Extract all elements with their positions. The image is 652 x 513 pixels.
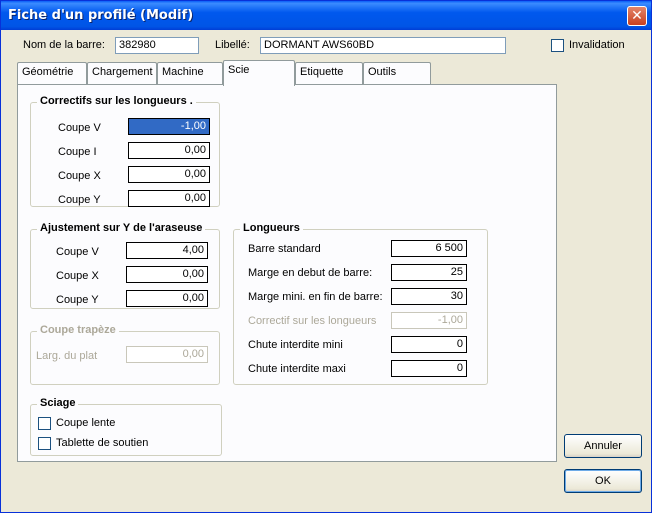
window-title: Fiche d'un profilé (Modif): [8, 8, 194, 23]
sciage-title: Sciage: [37, 397, 79, 409]
correctif-coupe-v-label: Coupe V: [58, 122, 101, 134]
ajustement-coupe-y-label: Coupe Y: [56, 294, 99, 306]
close-icon[interactable]: ✕: [627, 6, 647, 26]
correctifs-group: Correctifs sur les longueurs . Coupe V -…: [30, 95, 220, 207]
longueurs-group: Longueurs Barre standard 6 500 Marge en …: [233, 222, 488, 385]
correctif-coupe-y-label: Coupe Y: [58, 194, 101, 206]
tab-machine[interactable]: Machine: [157, 62, 223, 84]
tablette-soutien-label: Tablette de soutien: [56, 437, 149, 449]
invalidation-checkbox[interactable]: [551, 39, 564, 52]
chute-maxi-label: Chute interdite maxi: [248, 363, 346, 375]
tablette-soutien-checkbox[interactable]: [38, 437, 51, 450]
libelle-label: Libellé:: [215, 39, 250, 51]
longueurs-title: Longueurs: [240, 222, 303, 234]
marge-debut-label: Marge en debut de barre:: [248, 267, 373, 279]
correctif-coupe-v-input[interactable]: -1,00: [128, 118, 210, 135]
trapeze-group: Coupe trapèze Larg. du plat 0,00: [30, 324, 220, 385]
invalidation-label: Invalidation: [569, 39, 625, 51]
tab-label: Etiquette: [300, 66, 344, 78]
coupe-lente-checkbox[interactable]: [38, 417, 51, 430]
ajustement-coupe-v-input[interactable]: 4,00: [126, 242, 208, 259]
chute-maxi-input[interactable]: 0: [391, 360, 467, 377]
correctif-coupe-i-label: Coupe I: [58, 146, 97, 158]
ok-button[interactable]: OK: [564, 469, 642, 493]
correctif-longueurs-label: Correctif sur les longueurs: [248, 315, 377, 327]
tab-label: Chargement: [92, 66, 153, 78]
trapeze-title: Coupe trapèze: [37, 324, 119, 336]
tab-outils[interactable]: Outils: [363, 62, 431, 84]
tab-panel-scie: Correctifs sur les longueurs . Coupe V -…: [17, 84, 557, 462]
tab-label: Machine: [162, 66, 204, 78]
nom-barre-label: Nom de la barre:: [23, 39, 105, 51]
trapeze-largeur-label: Larg. du plat: [36, 350, 98, 362]
ajustement-title: Ajustement sur Y de l'araseuse: [37, 222, 206, 234]
nom-barre-input[interactable]: 382980: [115, 37, 199, 54]
correctif-coupe-x-input[interactable]: 0,00: [128, 166, 210, 183]
ajustement-coupe-x-input[interactable]: 0,00: [126, 266, 208, 283]
tab-chargement[interactable]: Chargement: [87, 62, 157, 84]
marge-fin-label: Marge mini. en fin de barre:: [248, 291, 383, 303]
libelle-input[interactable]: DORMANT AWS60BD: [260, 37, 506, 54]
coupe-lente-label: Coupe lente: [56, 417, 116, 429]
correctif-coupe-x-label: Coupe X: [58, 170, 101, 182]
correctif-coupe-y-input[interactable]: 0,00: [128, 190, 210, 207]
correctif-coupe-i-input[interactable]: 0,00: [128, 142, 210, 159]
marge-debut-input[interactable]: 25: [391, 264, 467, 281]
barre-standard-label: Barre standard: [248, 243, 321, 255]
title-bar[interactable]: Fiche d'un profilé (Modif) ✕: [1, 1, 651, 30]
correctifs-title: Correctifs sur les longueurs .: [37, 95, 196, 107]
chute-mini-input[interactable]: 0: [391, 336, 467, 353]
tab-label: Outils: [368, 66, 397, 78]
tab-label: Géométrie: [22, 66, 74, 78]
correctif-longueurs-input: -1,00: [391, 312, 467, 329]
marge-fin-input[interactable]: 30: [391, 288, 467, 305]
chute-mini-label: Chute interdite mini: [248, 339, 343, 351]
ajustement-coupe-x-label: Coupe X: [56, 270, 99, 282]
annuler-button[interactable]: Annuler: [564, 434, 642, 458]
ajustement-coupe-v-label: Coupe V: [56, 246, 99, 258]
ajustement-coupe-y-input[interactable]: 0,00: [126, 290, 208, 307]
ajustement-group: Ajustement sur Y de l'araseuse Coupe V 4…: [30, 222, 220, 309]
tab-scie[interactable]: Scie: [223, 60, 295, 86]
tab-label: Scie: [228, 64, 250, 76]
tab-geometrie[interactable]: Géométrie: [17, 62, 87, 84]
barre-standard-input[interactable]: 6 500: [391, 240, 467, 257]
tab-etiquette[interactable]: Etiquette: [295, 62, 363, 84]
sciage-group: Sciage Coupe lente Tablette de soutien: [30, 397, 222, 456]
trapeze-largeur-input: 0,00: [126, 346, 208, 363]
dialog-window: Fiche d'un profilé (Modif) ✕ Nom de la b…: [0, 0, 652, 513]
